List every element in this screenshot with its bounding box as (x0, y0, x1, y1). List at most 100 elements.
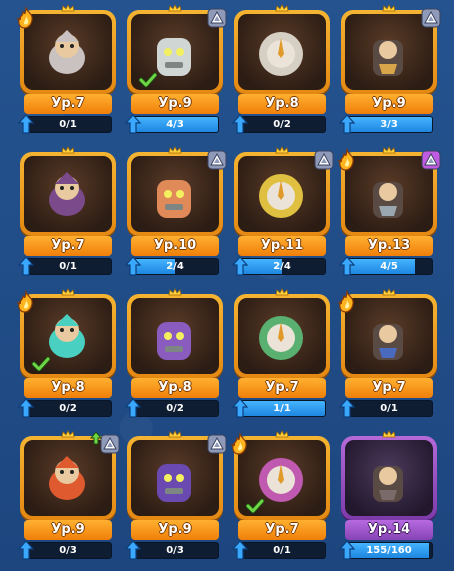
spider-icon (38, 166, 96, 224)
crown-icon (168, 288, 182, 296)
witch-icon (359, 308, 417, 366)
card-progress-bar: 0/2 (238, 116, 326, 133)
portrait-background (131, 156, 219, 232)
portrait-background (131, 298, 219, 374)
rank-icon (100, 434, 120, 454)
crown-icon (275, 288, 289, 296)
upgrade-arrow-icon (339, 540, 355, 560)
upgrade-arrow-icon (232, 398, 248, 418)
hero-card-8[interactable]: Ур.13 4/5 (337, 146, 441, 279)
card-progress-bar: 155/160 (345, 542, 433, 559)
hero-grid: Ур.7 0/1 Ур.9 4/3 Ур.8 0/2 Ур.9 3/3 Ур.7… (8, 0, 454, 571)
hero-portrait[interactable] (234, 294, 330, 378)
portrait-background (238, 14, 326, 90)
wizard-icon (145, 450, 203, 508)
crown-icon (168, 430, 182, 438)
crown-icon (382, 288, 396, 296)
rank-icon (421, 150, 441, 170)
portrait-background (238, 298, 326, 374)
crown-icon (382, 430, 396, 438)
progress-text: 0/2 (59, 403, 77, 414)
progress-text: 2/4 (273, 261, 291, 272)
level-label: Ур.8 (238, 94, 326, 114)
hero-card-11[interactable]: Ур.7 1/1 (232, 288, 330, 421)
progress-text: 3/3 (380, 119, 398, 130)
level-label: Ур.14 (345, 520, 433, 540)
card-progress-bar: 3/3 (345, 116, 433, 133)
hero-portrait[interactable] (234, 10, 330, 94)
upgrade-arrow-icon (232, 114, 248, 134)
rank-icon (314, 150, 334, 170)
hero-card-10[interactable]: Ур.8 0/2 (125, 288, 223, 421)
hero-card-9[interactable]: Ур.8 0/2 (16, 288, 116, 421)
crown-icon (275, 4, 289, 12)
fire-icon (14, 290, 38, 314)
level-label: Ур.7 (24, 236, 112, 256)
hourglass-mage-icon (145, 308, 203, 366)
crown-icon (382, 146, 396, 154)
progress-text: 0/1 (273, 545, 291, 556)
fire-icon (335, 290, 359, 314)
portrait-background (24, 440, 112, 516)
progress-text: 1/1 (273, 403, 291, 414)
upgrade-arrow-icon (18, 540, 34, 560)
crown-icon (168, 146, 182, 154)
level-label: Ур.10 (131, 236, 219, 256)
check-icon (246, 498, 264, 514)
hero-card-5[interactable]: Ур.7 0/1 (18, 146, 116, 279)
sword-bird-icon (252, 166, 310, 224)
hero-portrait[interactable] (127, 294, 223, 378)
progress-text: 0/1 (59, 119, 77, 130)
hero-card-4[interactable]: Ур.9 3/3 (339, 4, 441, 137)
card-progress-bar: 0/3 (24, 542, 112, 559)
hero-card-16[interactable]: Ур.14 155/160 (339, 430, 437, 563)
card-progress-bar: 0/3 (131, 542, 219, 559)
crown-icon (61, 146, 75, 154)
hero-portrait[interactable] (20, 152, 116, 236)
upgrade-arrow-icon (125, 398, 141, 418)
upgrade-arrow-icon (18, 114, 34, 134)
level-label: Ур.11 (238, 236, 326, 256)
hero-card-3[interactable]: Ур.8 0/2 (232, 4, 330, 137)
rank-icon (421, 8, 441, 28)
hero-card-1[interactable]: Ур.7 0/1 (16, 4, 116, 137)
hero-card-12[interactable]: Ур.7 0/1 (337, 288, 437, 421)
hero-card-14[interactable]: Ур.9 0/3 (125, 430, 227, 563)
crown-icon (61, 430, 75, 438)
upgrade-arrow-icon (339, 398, 355, 418)
upgrade-arrow-icon (339, 114, 355, 134)
progress-text: 4/5 (380, 261, 398, 272)
progress-text: 4/3 (166, 119, 184, 130)
upgrade-arrow-icon (232, 540, 248, 560)
portrait-background (345, 440, 433, 516)
level-label: Ур.8 (131, 378, 219, 398)
hero-card-2[interactable]: Ур.9 4/3 (125, 4, 227, 137)
upgrade-arrow-icon (232, 256, 248, 276)
fire-icon (228, 432, 252, 456)
rank-icon (207, 8, 227, 28)
hero-card-15[interactable]: Ур.7 0/1 (230, 430, 330, 563)
card-progress-bar: 0/1 (24, 258, 112, 275)
upgrade-arrow-icon (125, 256, 141, 276)
hero-card-6[interactable]: Ур.10 2/4 (125, 146, 227, 279)
portrait-background (131, 440, 219, 516)
card-progress-bar: 2/4 (131, 258, 219, 275)
hero-card-7[interactable]: Ур.11 2/4 (232, 146, 334, 279)
crown-icon (275, 146, 289, 154)
crown-icon (382, 4, 396, 12)
fire-dwarf-icon (38, 450, 96, 508)
check-icon (32, 356, 50, 372)
progress-text: 0/1 (59, 261, 77, 272)
card-progress-bar: 0/1 (238, 542, 326, 559)
hero-card-13[interactable]: Ур.9 0/3 (18, 430, 120, 563)
progress-text: 0/2 (273, 119, 291, 130)
fire-icon (14, 6, 38, 30)
hero-portrait[interactable] (341, 436, 437, 520)
crown-icon (168, 4, 182, 12)
progress-text: 0/2 (166, 403, 184, 414)
card-progress-bar: 4/5 (345, 258, 433, 275)
forest-deer-icon (252, 308, 310, 366)
portrait-background (24, 156, 112, 232)
level-label: Ур.7 (238, 378, 326, 398)
dwarf-warrior-icon (38, 24, 96, 82)
